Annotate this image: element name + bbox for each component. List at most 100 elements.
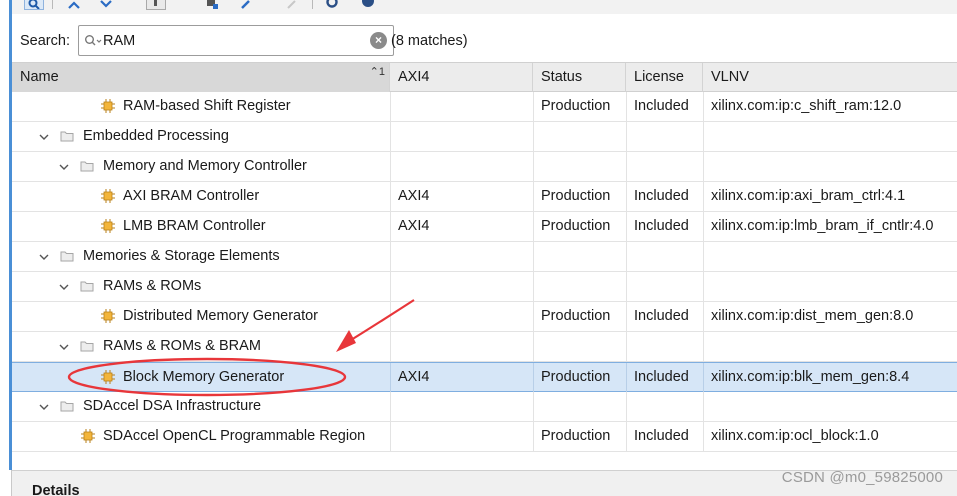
cell-license: Included (634, 218, 689, 234)
folder-icon (80, 280, 94, 292)
cell-vlnv: xilinx.com:ip:lmb_bram_if_cntlr:4.0 (711, 218, 934, 234)
collapse-all-icon[interactable] (64, 0, 84, 10)
column-divider (390, 422, 391, 451)
clear-search-icon[interactable]: × (370, 32, 387, 49)
column-divider (533, 92, 534, 121)
column-divider (626, 302, 627, 331)
tree-ip-row[interactable]: LMB BRAM Controller AXI4 Production Include… (12, 212, 957, 242)
ip-catalog-table: Name ⌃1 AXI4 Status License VLNV RAM-bas… (12, 62, 957, 472)
column-divider (390, 272, 391, 301)
column-divider (533, 152, 534, 181)
column-divider (390, 152, 391, 181)
search-input[interactable] (103, 31, 363, 51)
column-divider (390, 242, 391, 271)
tree-folder-row[interactable]: RAMs & ROMs & BRAM (12, 332, 957, 362)
tree-folder-row[interactable]: Memories & Storage Elements (12, 242, 957, 272)
cell-name: RAMs & ROMs (103, 278, 202, 294)
tree-folder-row[interactable]: Embedded Processing (12, 122, 957, 152)
cell-vlnv: xilinx.com:ip:c_shift_ram:12.0 (711, 98, 902, 114)
cell-status: Production (541, 428, 611, 444)
cell-vlnv: xilinx.com:ip:ocl_block:1.0 (711, 428, 879, 444)
tree-folder-row[interactable]: SDAccel DSA Infrastructure (12, 392, 957, 422)
info-icon[interactable] (358, 0, 378, 10)
folder-icon (60, 130, 74, 142)
column-divider (626, 422, 627, 451)
chevron-down-icon[interactable] (58, 281, 70, 293)
column-divider (626, 242, 627, 271)
cell-status: Production (541, 188, 611, 204)
column-header-axi4[interactable]: AXI4 (390, 63, 533, 92)
column-divider (533, 422, 534, 451)
column-divider (703, 302, 704, 331)
ip-core-icon (101, 309, 115, 323)
column-divider (703, 363, 704, 392)
cell-name: RAM-based Shift Register (123, 98, 291, 114)
watermark: CSDN @m0_59825000 (781, 469, 943, 486)
cell-status: Production (541, 308, 611, 324)
tree-ip-row[interactable]: AXI BRAM Controller AXI4 Production Include… (12, 182, 957, 212)
ip-core-icon (101, 99, 115, 113)
column-divider (703, 182, 704, 211)
ip-core-icon (81, 429, 95, 443)
chevron-down-icon[interactable] (38, 401, 50, 413)
column-divider (703, 212, 704, 241)
folder-icon (80, 340, 94, 352)
tree-ip-row[interactable]: RAM-based Shift Register Production Includ… (12, 92, 957, 122)
chevron-down-icon[interactable] (38, 131, 50, 143)
column-divider (390, 332, 391, 361)
column-divider (626, 122, 627, 151)
tree-folder-row[interactable]: RAMs & ROMs (12, 272, 957, 302)
column-divider (703, 152, 704, 181)
cell-license: Included (634, 188, 689, 204)
chevron-down-icon[interactable] (58, 341, 70, 353)
column-header-name[interactable]: Name ⌃1 (12, 63, 390, 92)
chevron-down-icon[interactable] (58, 161, 70, 173)
cell-license: Included (634, 428, 689, 444)
column-header-license[interactable]: License (626, 63, 703, 92)
hierarchy-icon[interactable] (146, 0, 166, 10)
tree-ip-row[interactable]: SDAccel OpenCL Programmable Region Produc… (12, 422, 957, 452)
column-divider (703, 332, 704, 361)
cell-license: Included (634, 369, 689, 385)
tree-ip-row[interactable]: Block Memory Generator AXI4 Production Incl… (12, 362, 957, 392)
table-header: Name ⌃1 AXI4 Status License VLNV (12, 62, 957, 92)
edit-icon[interactable] (236, 0, 256, 10)
column-divider (703, 422, 704, 451)
column-divider (626, 392, 627, 421)
column-header-vlnv[interactable]: VLNV (703, 63, 957, 92)
expand-all-icon[interactable] (96, 0, 116, 10)
settings-icon[interactable] (322, 0, 342, 10)
column-header-label: Name (20, 69, 59, 85)
column-divider (626, 212, 627, 241)
tree-ip-row[interactable]: Distributed Memory Generator Production In… (12, 302, 957, 332)
customize-icon[interactable] (202, 0, 222, 10)
column-divider (626, 152, 627, 181)
column-divider (703, 392, 704, 421)
column-divider (533, 122, 534, 151)
column-divider (626, 363, 627, 392)
column-divider (390, 302, 391, 331)
cell-name: RAMs & ROMs & BRAM (103, 338, 261, 354)
match-count: (8 matches) (391, 33, 468, 49)
cell-name: SDAccel OpenCL Programmable Region (103, 428, 366, 444)
cell-vlnv: xilinx.com:ip:axi_bram_ctrl:4.1 (711, 188, 906, 204)
column-divider (390, 92, 391, 121)
column-header-status[interactable]: Status (533, 63, 626, 92)
cell-name: Memories & Storage Elements (83, 248, 280, 264)
sort-indicator: ⌃1 (369, 66, 385, 78)
column-divider (533, 363, 534, 392)
search-icon[interactable] (24, 0, 44, 10)
search-box[interactable]: × (78, 25, 394, 56)
column-divider (626, 332, 627, 361)
cell-name: Block Memory Generator (123, 369, 285, 385)
cell-status: Production (541, 98, 611, 114)
cell-axi4: AXI4 (398, 188, 430, 204)
tree-folder-row[interactable]: Memory and Memory Controller (12, 152, 957, 182)
cell-status: Production (541, 218, 611, 234)
chevron-down-icon[interactable] (38, 251, 50, 263)
column-divider (533, 392, 534, 421)
search-row: Search: × (8 matches) (12, 22, 957, 62)
column-divider (390, 392, 391, 421)
cell-status: Production (541, 369, 611, 385)
column-divider (703, 122, 704, 151)
